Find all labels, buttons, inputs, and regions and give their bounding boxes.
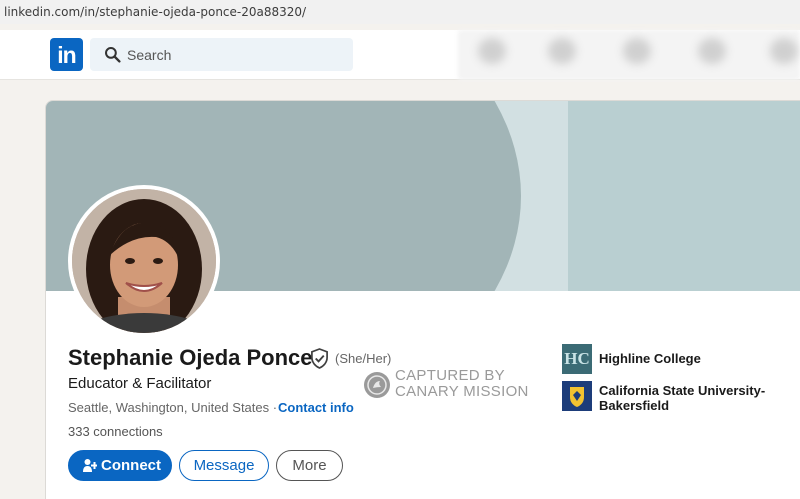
blurred-jobs-icon	[623, 38, 651, 64]
connect-button[interactable]: Connect	[68, 450, 172, 481]
message-button[interactable]: Message	[179, 450, 269, 481]
education-item-highline[interactable]: Highline College	[599, 351, 701, 366]
top-navigation: in Search	[0, 30, 800, 80]
csub-name-line2: Bakersfield	[599, 398, 670, 413]
url-text: linkedin.com/in/stephanie-ojeda-ponce-20…	[4, 5, 307, 19]
blurred-network-icon	[548, 38, 576, 64]
contact-info-link[interactable]: Contact info	[278, 400, 354, 415]
csu-bakersfield-logo[interactable]	[562, 381, 592, 411]
watermark-line2: CANARY MISSION	[395, 383, 529, 400]
search-icon	[105, 47, 121, 63]
connect-label: Connect	[101, 457, 161, 474]
profile-photo-image	[72, 189, 216, 333]
highline-college-logo[interactable]: HC	[562, 344, 592, 374]
profile-name: Stephanie Ojeda Ponce	[68, 345, 313, 370]
add-person-icon	[83, 459, 97, 472]
linkedin-logo-icon[interactable]: in	[50, 38, 83, 71]
search-bar[interactable]: Search	[90, 38, 353, 71]
more-button[interactable]: More	[276, 450, 343, 481]
canary-mission-icon	[364, 372, 390, 398]
profile-headline: Educator & Facilitator	[68, 375, 212, 392]
csu-crest-icon	[570, 387, 584, 407]
banner-panel	[568, 101, 800, 291]
connections-count[interactable]: 333 connections	[68, 424, 163, 439]
blurred-notifications-icon	[770, 38, 798, 64]
csub-name-line1: California State University-	[599, 383, 766, 398]
location-text: Seattle, Washington, United States	[68, 400, 270, 415]
blurred-messaging-icon	[698, 38, 726, 64]
education-item-csub[interactable]: California State University- Bakersfield	[599, 383, 765, 413]
profile-location: Seattle, Washington, United States ·	[68, 400, 277, 415]
blurred-nav-icons	[458, 30, 800, 80]
location-separator: ·	[272, 400, 278, 415]
watermark-line1: CAPTURED BY	[395, 367, 505, 384]
blurred-home-icon	[478, 38, 506, 64]
profile-photo	[72, 189, 216, 333]
bird-icon	[367, 375, 387, 395]
watermark-text: CAPTURED BY CANARY MISSION	[395, 368, 529, 400]
profile-pronouns: (She/Her)	[335, 351, 392, 366]
search-input[interactable]: Search	[127, 47, 171, 63]
verified-shield-icon[interactable]	[310, 348, 329, 369]
browser-address-bar[interactable]: linkedin.com/in/stephanie-ojeda-ponce-20…	[0, 0, 800, 24]
profile-avatar[interactable]	[68, 185, 220, 337]
